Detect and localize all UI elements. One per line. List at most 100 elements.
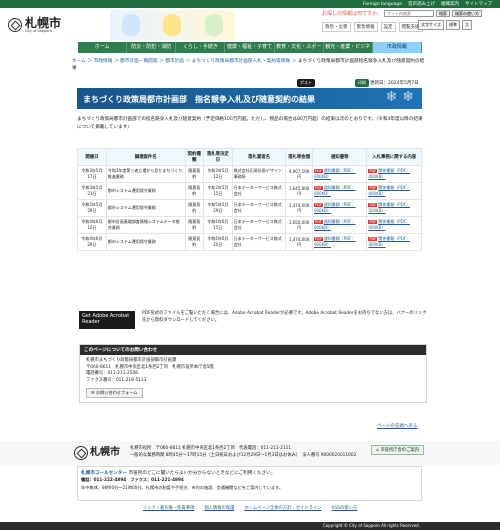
pdf-icon: PDF — [313, 237, 323, 241]
emergency-link[interactable]: 救急・災害 — [322, 22, 351, 32]
footer-link-guidelines[interactable]: ホームページ全体の方針・ガイドライン — [244, 505, 321, 511]
city-hall-guide-button[interactable]: ⌂ 市役所庁舎のご案内 — [371, 445, 424, 455]
cell-vendor: 日本データーサービス株式会社 — [231, 216, 287, 234]
top-utility-bar: Foreign language 音声読み上げ 組織案内 サイトマップ — [0, 0, 500, 8]
settings-link[interactable]: 設定 — [380, 22, 396, 32]
search-button[interactable]: 検索 — [436, 10, 450, 17]
hero-illustration — [110, 10, 235, 40]
footer-address: 札幌市役所 〒060-8611 札幌市中央区北1条西2丁目 代表電話：011-2… — [130, 446, 356, 460]
cell-item: 都市システム運用保守業務 — [105, 182, 186, 200]
cell-type: 随意契約 — [184, 216, 204, 234]
font-size-normal-button[interactable]: 標準 — [446, 20, 460, 30]
pdf-icon: PDF — [368, 237, 378, 241]
nav-city[interactable]: 市政情報 — [372, 42, 422, 53]
cell-amount: 1,645,900円 — [285, 182, 313, 200]
font-size-large-button[interactable]: 大 — [462, 20, 472, 30]
read-aloud-link[interactable]: 音声読み上げ — [408, 1, 435, 7]
cell-related: PDF 関係書類（PDF：000KB） — [366, 182, 422, 200]
footer-link-rss[interactable]: RSSの使い方 — [332, 505, 358, 511]
intro-text: まちづくり政策局都市計画部での指名競争入札及び随意契約（予定価格100万円超。た… — [77, 117, 423, 130]
cell-decide: 令和5年5月29日 — [202, 199, 233, 217]
cell-vendor: 日本データーサービス株式会社 — [231, 233, 287, 251]
cell-amount: 1,474,000円 — [285, 233, 313, 251]
col-type: 契約種類 — [184, 148, 204, 166]
cell-notice: PDF 通知書類（PDF：000KB） — [311, 216, 368, 234]
pdf-icon: PDF — [368, 203, 378, 207]
nav-life[interactable]: くらし・手続き — [176, 42, 226, 53]
nav-business[interactable]: 観光・産業・ビジネス — [324, 42, 373, 61]
breadcrumb-contracts[interactable]: まちづくり政策局都市計画部入札・契約等情報 — [192, 59, 290, 64]
cell-related: PDF 関係書類（PDF：000KB） — [366, 199, 422, 217]
footer-logo[interactable]: 札幌市 — [74, 446, 120, 460]
contact-form-label: お問い合わせフォーム — [95, 390, 138, 395]
adobe-note: PDF形式のファイルをご覧いただく場合には、Adobe Acrobat Read… — [142, 311, 427, 323]
city-emblem-icon — [74, 446, 88, 460]
site-logo[interactable]: 札幌市 City of Sapporo — [8, 17, 61, 33]
foreign-language-link[interactable]: Foreign language — [363, 2, 402, 7]
pdf-icon: PDF — [313, 203, 323, 207]
search-row: 検索 検索の使い方 — [384, 10, 482, 17]
table-row: 令和4年6月10日 都市計画基礎調査情報システムデータ統合業務 随意契約 令和4… — [77, 216, 422, 234]
cell-date: 令和4年6月29日 — [77, 233, 107, 251]
table-row: 令和3年5月21日 都市システム運用保守業務 随意契約 令和3年5月15日 日本… — [77, 182, 422, 200]
cell-vendor: 日本データーサービス株式会社 — [231, 199, 287, 217]
header-tools: お探しの情報は何ですか。 検索 検索の使い方 救急・災害 緊急情報 設定 閲覧支… — [322, 10, 492, 40]
col-related: 入札事務に関する内容 — [366, 148, 422, 166]
footer-address-line: 札幌市役所 〒060-8611 札幌市中央区北1条西2丁目 代表電話：011-2… — [130, 446, 292, 451]
nav-health[interactable]: 健康・福祉・子育て — [225, 42, 275, 53]
col-decide: 落札等決定日 — [202, 148, 233, 166]
page-title-text: まちづくり政策局都市計画部 指名競争入札及び随意契約の結果 — [83, 95, 315, 104]
footer-link-legal[interactable]: リンク・著作権・免責事項 — [143, 505, 194, 511]
cell-vendor: 株式会社石塚計画デザイン事務所 — [231, 165, 287, 183]
call-center-title: 札幌市コールセンター 市役所のどこに聞いたらよいか分からないときなどにご利用くだ… — [78, 467, 421, 476]
x-share-button[interactable]: ポスト — [297, 79, 315, 87]
cell-notice: PDF 通知書類（PDF：000KB） — [311, 165, 368, 183]
call-center-hours: 年中無休、8時00分～21時00分。札幌市の制度や手続き、市内の施設、交通機関な… — [81, 485, 284, 491]
breadcrumb-city[interactable]: 市政情報 — [94, 59, 113, 64]
table-row: 令和5年5月29日 都市システム運用保守業務 随意契約 令和5年5月29日 日本… — [77, 199, 422, 217]
nav-education[interactable]: 教育・文化・スポーツ — [275, 42, 324, 61]
cell-type: 随意契約 — [184, 233, 204, 251]
footer-logo-text: 札幌市 — [90, 447, 120, 458]
hero-shape-icon — [205, 14, 224, 36]
search-input[interactable] — [384, 10, 434, 17]
contact-form-button[interactable]: ✉ お問い合わせフォーム — [86, 388, 143, 398]
breadcrumb-redev[interactable]: 都市計画・再開発 — [120, 59, 158, 64]
urgent-info-link[interactable]: 緊急情報 — [353, 22, 378, 32]
adobe-badge-text: Get Adobe Acrobat Reader — [82, 313, 130, 325]
footer-link-privacy[interactable]: 個人情報の保護 — [204, 505, 234, 511]
breadcrumb-planning[interactable]: 都市計画 — [165, 59, 184, 64]
back-to-top-link[interactable]: ページの先頭へ戻る — [377, 423, 417, 429]
pdf-icon: PDF — [368, 169, 378, 173]
adobe-reader-banner[interactable]: Get Adobe Acrobat Reader — [79, 311, 135, 329]
search-prompt: お探しの情報は何ですか。 — [322, 11, 382, 17]
sitemap-link[interactable]: サイトマップ — [465, 1, 492, 7]
cell-item: 都市システム運用保守業務 — [105, 199, 186, 217]
col-item: 調達案件名 — [105, 148, 186, 166]
contact-heading: このページについてのお問い合わせ — [80, 345, 426, 355]
global-nav: ホーム 防災・防犯・消防 くらし・手続き 健康・福祉・子育て 教育・文化・スポー… — [78, 42, 422, 61]
breadcrumb-home[interactable]: ホーム — [72, 59, 86, 64]
contact-line: 札幌市まちづくり政策局都市計画部都市計画課 — [86, 358, 177, 363]
call-center-tel: 電話：011-222-4894 ファクス：011-221-4894 — [81, 477, 184, 482]
nav-disaster[interactable]: 防災・防犯・消防 — [127, 42, 177, 53]
cell-type: 随意契約 — [184, 199, 204, 217]
cell-item: 令和3年度第三者立場から見たまちづくり推進業務 — [105, 165, 186, 183]
cell-type: 随意契約 — [184, 182, 204, 200]
print-button[interactable]: 印刷 — [355, 79, 369, 87]
organization-link[interactable]: 組織案内 — [441, 1, 459, 7]
cell-date: 令和3年5月21日 — [77, 182, 107, 200]
col-vendor: 落札業者名 — [231, 148, 287, 166]
quick-icon-row: 救急・災害 緊急情報 設定 閲覧支援 — [322, 22, 423, 32]
call-center-note: 市役所のどこに聞いたらよいか分からないときなどにご利用ください。 — [128, 471, 276, 476]
pdf-icon: PDF — [313, 169, 323, 173]
nav-home[interactable]: ホーム — [78, 42, 128, 53]
cell-date: 令和5年5月29日 — [77, 199, 107, 217]
cell-decide: 令和4年6月15日 — [202, 216, 233, 234]
contact-line: ファクス番号：011-218-5113 — [86, 377, 147, 383]
breadcrumb: ホーム ＞ 市政情報 ＞ 都市計画・再開発 ＞ 都市計画 ＞ まちづくり政策局都… — [72, 59, 425, 71]
site-header: 札幌市 City of Sapporo お探しの情報は何ですか。 検索 検索の使… — [0, 8, 500, 42]
search-help-button[interactable]: 検索の使い方 — [452, 10, 482, 17]
hero-shape-icon — [163, 14, 182, 36]
contact-body: 札幌市まちづくり政策局都市計画部都市計画課 〒060-8611 札幌市中央区北1… — [80, 355, 426, 388]
